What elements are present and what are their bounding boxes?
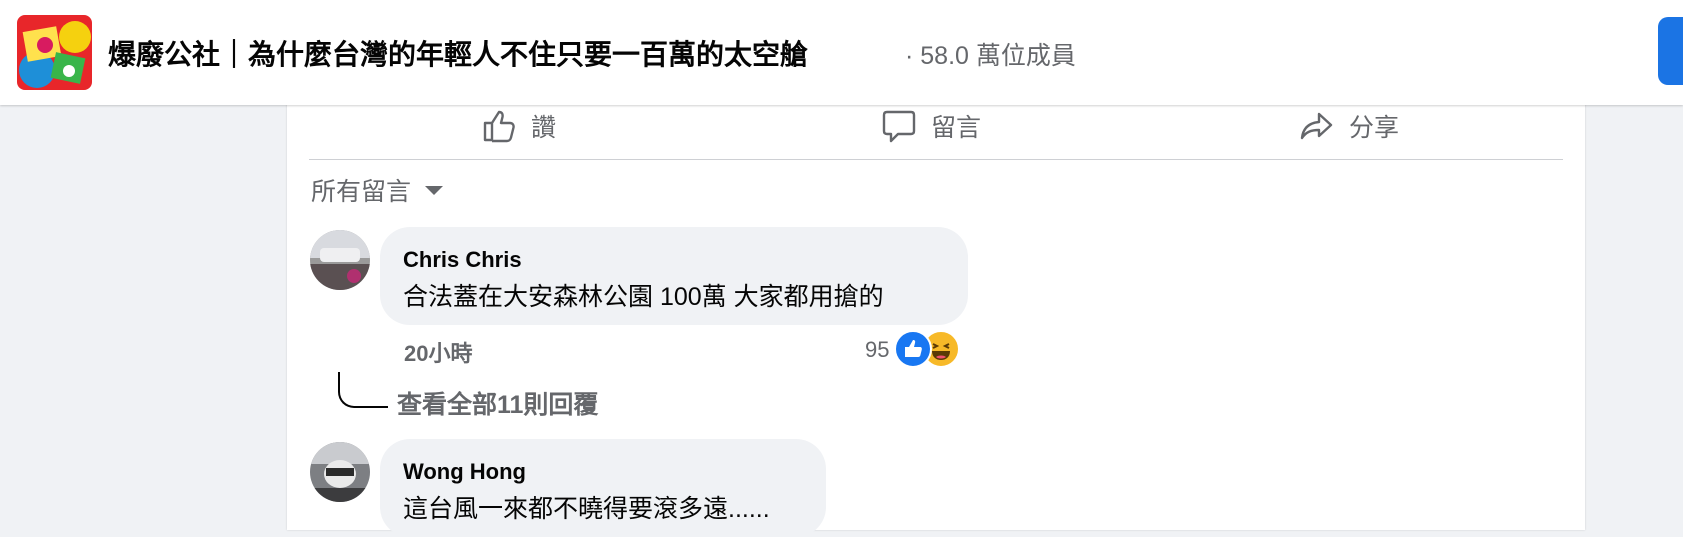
avatar[interactable] xyxy=(310,442,370,502)
action-divider xyxy=(309,159,1563,160)
view-replies-link[interactable]: 查看全部11則回覆 xyxy=(397,385,598,421)
comment-icon xyxy=(882,110,916,143)
comments-filter-label: 所有留言 xyxy=(311,178,412,206)
member-count: · 58.0 萬位成員 xyxy=(905,42,1076,70)
comment-label: 留言 xyxy=(931,114,982,142)
group-header-bar: 爆廢公社｜為什麼台灣的年輕人不住只要一百萬的太空艙 · 58.0 萬位成員 xyxy=(0,0,1683,105)
thumbs-up-icon xyxy=(483,110,515,143)
comments-filter-dropdown[interactable]: 所有留言 xyxy=(311,170,445,210)
avatar-image xyxy=(310,442,370,502)
join-button[interactable] xyxy=(1658,17,1683,85)
share-button[interactable]: 分享 xyxy=(1299,104,1399,148)
group-logo-image xyxy=(17,15,92,90)
comment-author[interactable]: Wong Hong xyxy=(403,459,526,485)
comment-text: 這台風一來都不曉得要滾多遠...... xyxy=(403,495,770,523)
group-title[interactable]: 爆廢公社｜為什麼台灣的年輕人不住只要一百萬的太空艙 xyxy=(108,33,808,73)
group-logo[interactable] xyxy=(17,15,92,90)
avatar[interactable] xyxy=(310,230,370,290)
like-button[interactable]: 讚 xyxy=(481,104,556,148)
avatar-image xyxy=(310,230,370,290)
comment-bubble: Chris Chris 合法蓋在大安森林公園 100萬 大家都用搶的 xyxy=(380,227,968,325)
reply-thread-connector xyxy=(338,372,388,408)
comment-timestamp[interactable]: 20小時 xyxy=(404,336,472,368)
comment-text: 合法蓋在大安森林公園 100萬 大家都用搶的 xyxy=(403,283,884,311)
caret-down-icon xyxy=(425,186,444,195)
reaction-count[interactable]: 95 xyxy=(865,337,889,363)
comment-author[interactable]: Chris Chris xyxy=(403,247,522,273)
like-reaction-glyph xyxy=(905,340,922,357)
like-reaction-icon xyxy=(894,330,932,368)
comment-bubble: Wong Hong 這台風一來都不曉得要滾多遠...... xyxy=(380,439,826,537)
post-card: 讚 留言 分享 所有留言 Chris Chris 合法蓋在大安森林公園 100萬… xyxy=(287,60,1585,537)
share-label: 分享 xyxy=(1349,114,1400,142)
share-icon xyxy=(1300,112,1333,140)
comment-button[interactable]: 留言 xyxy=(881,104,981,148)
like-label: 讚 xyxy=(531,114,557,142)
